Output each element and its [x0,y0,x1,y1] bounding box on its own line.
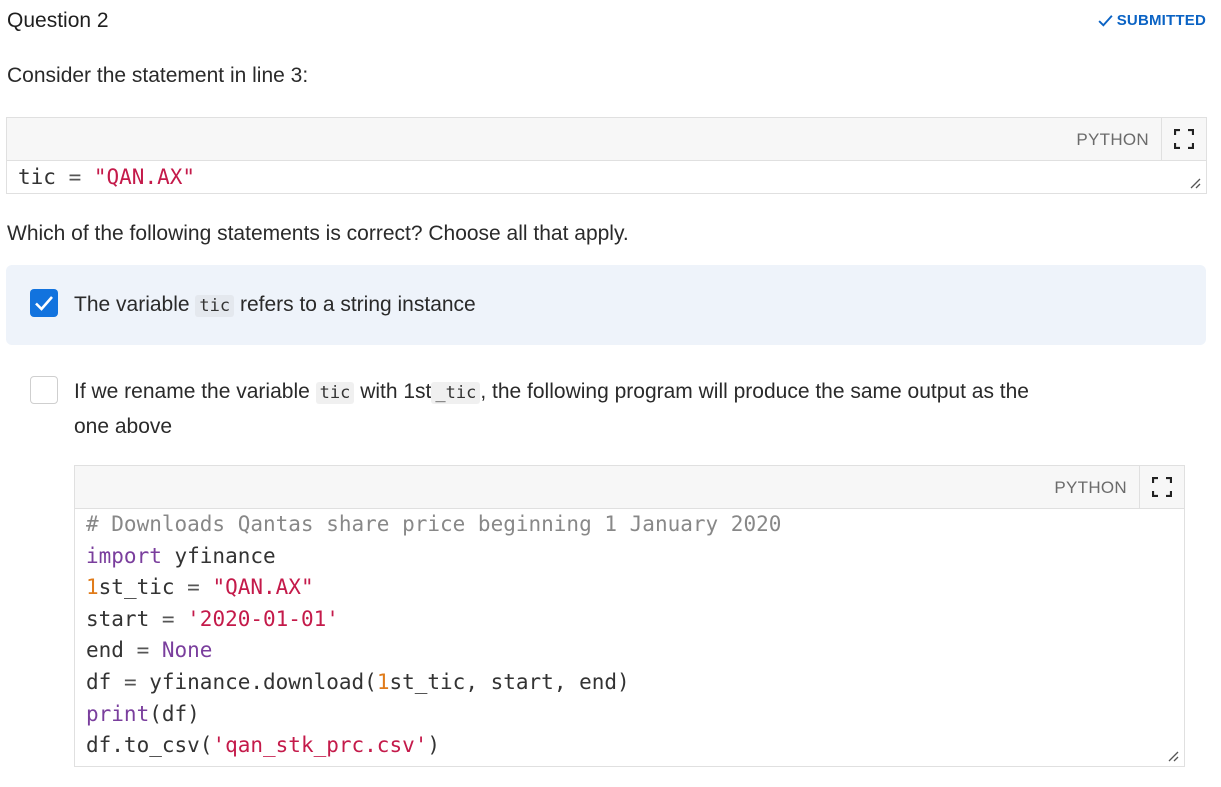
code-line: tic = "QAN.AX" [18,161,1206,193]
code-snippet: PYTHON tic = "QAN.AX" [6,117,1207,194]
code-token-keyword: print [86,701,150,726]
code-token-op: = [123,638,162,663]
code-token-string: '2020-01-01' [187,606,339,631]
code-line: print(df) [86,699,1184,731]
option-text-segment: refers to a string instance [234,293,476,316]
code-token-plain: start [86,606,150,631]
code-token-number: 1 [376,669,390,694]
fullscreen-icon [1174,129,1194,149]
code-token-plain: st_tic, start, end) [389,669,630,694]
code-editor[interactable]: # Downloads Qantas share price beginning… [75,509,1184,766]
option-text-segment: , the following program will produce the… [480,380,1029,403]
code-token-keyword: import [86,543,162,568]
code-line: # Downloads Qantas share price beginning… [86,509,1184,541]
option-2-text: If we rename the variable tic with 1st _t… [74,375,1194,443]
inline-code: tic [195,295,235,317]
code-token-op: = [174,575,213,600]
code-token-number: 1 [86,575,99,600]
resize-handle-icon[interactable] [1168,751,1179,762]
language-label: PYTHON [1076,130,1149,149]
language-label: PYTHON [1054,478,1127,497]
code-token-plain: df [86,669,112,694]
code-token-plain: tic [18,165,56,189]
code-token-op: = [149,606,188,631]
status-badge: SUBMITTED [1097,12,1206,29]
code-token-op: = [111,669,150,694]
option-text-segment: one above [74,415,173,438]
status-label: SUBMITTED [1116,12,1206,29]
question-prompt: Consider the statement in line 3: [7,64,309,87]
resize-handle-icon[interactable] [1190,178,1201,189]
check-icon [35,296,53,311]
code-token-plain: end [86,638,124,663]
code-line: end = None [86,635,1184,667]
code-token-plain: yfinance [161,543,276,568]
option-2-checkbox[interactable] [30,376,58,404]
code-token-plain: (df) [149,701,200,726]
code-token-string: 'qan_stk_prc.csv' [212,733,428,758]
code-line: 1st_tic = "QAN.AX" [86,572,1184,604]
code-token-plain: df.to_csv( [86,733,213,758]
option-1-text: The variable tic refers to a string inst… [74,288,476,323]
option-text-segment: If we rename the variable [74,380,316,403]
code-token-plain: ) [427,733,441,758]
check-icon [1098,15,1113,27]
code-token-string: "QAN.AX" [212,575,314,600]
code-line: df = yfinance.download(1st_tic, start, e… [86,667,1184,699]
code-token-comment: # Downloads Qantas share price beginning… [86,512,782,536]
question-instruction: Which of the following statements is cor… [7,222,629,245]
code-block-header: PYTHON [75,466,1184,509]
code-editor[interactable]: tic = "QAN.AX" [7,161,1206,193]
inline-code: _tic [431,382,481,404]
code-snippet-header: PYTHON [7,118,1206,161]
inline-code: tic [315,382,355,404]
program-code-block: PYTHON # Downloads Qantas share price be… [74,465,1185,767]
question-title: Question 2 [7,9,109,32]
code-token-string: "QAN.AX" [93,165,196,189]
option-1[interactable]: The variable tic refers to a string inst… [6,265,1206,345]
code-line: start = '2020-01-01' [86,604,1184,636]
code-token-keyword: None [161,638,213,663]
code-token-op: = [55,165,94,189]
option-text-segment: with 1st [360,380,432,403]
code-token-plain: yfinance.download( [149,669,377,694]
code-line: import yfinance [86,541,1184,573]
fullscreen-button[interactable] [1139,466,1184,508]
option-1-checkbox[interactable] [30,289,58,317]
code-line: df.to_csv('qan_stk_prc.csv') [86,730,1184,762]
fullscreen-icon [1152,477,1172,497]
code-token-plain: st_tic [98,575,175,600]
option-text-segment: The variable [74,293,196,316]
fullscreen-button[interactable] [1161,118,1206,160]
